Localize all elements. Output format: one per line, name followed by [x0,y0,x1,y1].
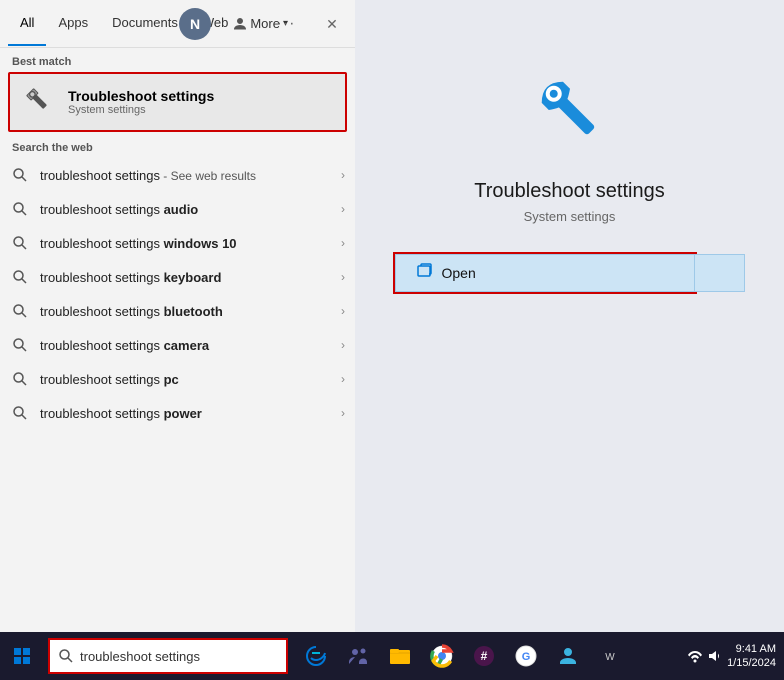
user-avatar[interactable]: N [179,8,211,40]
taskbar-teams[interactable] [338,636,378,676]
tab-apps[interactable]: Apps [46,1,100,46]
open-button[interactable]: Open [395,254,695,292]
result-item-6[interactable]: troubleshoot settings pc › [0,362,355,396]
search-icon-5 [10,335,30,355]
chevron-right-1: › [341,202,345,216]
search-icon-1 [10,199,30,219]
window-controls: N ··· ✕ [173,0,355,48]
result-text-6: troubleshoot settings pc [40,372,337,387]
search-icon-0 [10,165,30,185]
result-text-7: troubleshoot settings power [40,406,337,421]
result-text-5: troubleshoot settings camera [40,338,337,353]
best-match-item[interactable]: Troubleshoot settings System settings [8,72,347,132]
result-item-7[interactable]: troubleshoot settings power › [0,396,355,430]
tab-all[interactable]: All [8,1,46,46]
svg-text:#: # [481,649,488,663]
taskbar-right: 9:41 AM 1/15/2024 [687,642,784,671]
result-item-4[interactable]: troubleshoot settings bluetooth › [0,294,355,328]
wrench-icon [22,84,58,120]
result-item-5[interactable]: troubleshoot settings camera › [0,328,355,362]
result-text-3: troubleshoot settings keyboard [40,270,337,285]
result-text-1: troubleshoot settings audio [40,202,337,217]
search-panel: All Apps Documents Web More ▾ N ··· ✕ [0,0,355,640]
result-text-2: troubleshoot settings windows 10 [40,236,337,251]
taskbar-chrome[interactable] [422,636,462,676]
chevron-right-2: › [341,236,345,250]
taskbar-search-icon [58,648,74,664]
detail-subtitle: System settings [524,209,616,224]
search-icon-3 [10,267,30,287]
chevron-right-0: › [341,168,345,182]
best-match-label: Best match [0,48,355,72]
taskbar-search-bar[interactable]: troubleshoot settings [48,638,288,674]
taskbar-edge[interactable] [296,636,336,676]
search-icon-6 [10,369,30,389]
network-icon [687,648,703,664]
search-icon-4 [10,301,30,321]
chevron-right-4: › [341,304,345,318]
chevron-right-6: › [341,372,345,386]
taskbar-settings[interactable]: W [590,636,630,676]
taskbar-slack[interactable]: # [464,636,504,676]
open-button-dropdown[interactable] [695,254,745,292]
taskbar-apps: # G W [296,636,630,676]
detail-title: Troubleshoot settings [474,180,664,203]
open-button-container: Open [395,254,745,292]
best-match-subtitle: System settings [68,104,333,116]
taskbar-explorer[interactable] [380,636,420,676]
clock: 9:41 AM 1/15/2024 [727,642,776,671]
taskbar: troubleshoot settings [0,632,784,680]
chevron-right-3: › [341,270,345,284]
open-window-icon [416,262,434,285]
result-item-3[interactable]: troubleshoot settings keyboard › [0,260,355,294]
chevron-right-7: › [341,406,345,420]
detail-wrench-icon [520,60,620,160]
taskbar-google[interactable]: G [506,636,546,676]
best-match-text: Troubleshoot settings System settings [68,88,333,116]
right-panel: Troubleshoot settings System settings Op… [355,0,784,640]
chevron-right-5: › [341,338,345,352]
result-item-2[interactable]: troubleshoot settings windows 10 › [0,226,355,260]
start-button[interactable] [0,636,44,676]
taskbar-meet[interactable] [548,636,588,676]
best-match-title: Troubleshoot settings [68,88,333,104]
result-text-0: troubleshoot settings - See web results [40,168,337,183]
result-item-1[interactable]: troubleshoot settings audio › [0,192,355,226]
search-icon-2 [10,233,30,253]
result-item-0[interactable]: troubleshoot settings - See web results … [0,158,355,192]
svg-text:W: W [605,652,615,663]
web-section-label: Search the web [0,132,355,158]
svg-text:G: G [522,651,531,663]
person-icon-button[interactable] [217,0,263,48]
web-results-list: troubleshoot settings - See web results … [0,158,355,430]
taskbar-search-text: troubleshoot settings [80,649,200,664]
result-text-4: troubleshoot settings bluetooth [40,304,337,319]
close-button[interactable]: ✕ [309,0,355,48]
tabs-bar: All Apps Documents Web More ▾ N ··· ✕ [0,0,355,48]
search-icon-7 [10,403,30,423]
volume-icon [707,648,723,664]
ellipsis-button[interactable]: ··· [263,0,309,48]
